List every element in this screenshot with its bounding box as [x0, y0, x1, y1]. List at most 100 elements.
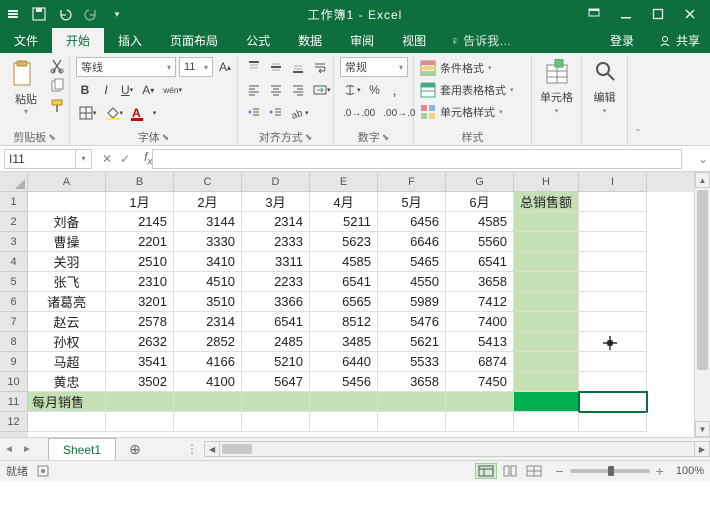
- tab-home[interactable]: 开始: [52, 28, 104, 53]
- cell[interactable]: 6565: [310, 292, 378, 312]
- clipboard-launcher-icon[interactable]: ⬊: [48, 132, 56, 143]
- cell[interactable]: [514, 292, 579, 312]
- cell[interactable]: [579, 212, 647, 232]
- row-header[interactable]: 8: [0, 332, 28, 352]
- align-launcher-icon[interactable]: ⬊: [305, 132, 313, 143]
- paste-button[interactable]: 粘贴 ▾: [8, 59, 44, 116]
- cell[interactable]: 2233: [242, 272, 310, 292]
- cell[interactable]: 5621: [378, 332, 446, 352]
- font-color-icon[interactable]: A▾: [129, 103, 159, 123]
- tab-view[interactable]: 视图: [388, 28, 440, 53]
- add-sheet-icon[interactable]: ⊕: [124, 438, 146, 460]
- cell[interactable]: 3366: [242, 292, 310, 312]
- undo-icon[interactable]: [56, 5, 74, 23]
- cell[interactable]: 6456: [378, 212, 446, 232]
- macro-record-icon[interactable]: [36, 464, 50, 478]
- cell[interactable]: [514, 372, 579, 392]
- cell[interactable]: [579, 292, 647, 312]
- cell[interactable]: 2201: [106, 232, 174, 252]
- fill-color-icon[interactable]: ▾: [103, 103, 127, 123]
- column-header[interactable]: I: [579, 172, 647, 192]
- cell[interactable]: [378, 412, 446, 432]
- save-icon[interactable]: [30, 5, 48, 23]
- cell[interactable]: 关羽: [28, 252, 106, 272]
- zoom-value[interactable]: 100%: [676, 465, 704, 477]
- cell[interactable]: [106, 412, 174, 432]
- percent-icon[interactable]: %: [366, 80, 384, 100]
- number-launcher-icon[interactable]: ⬊: [382, 132, 390, 143]
- zoom-out-icon[interactable]: −: [555, 463, 563, 479]
- maximize-icon[interactable]: [648, 4, 668, 24]
- shrink-font-icon[interactable]: A▾: [139, 80, 157, 100]
- cell[interactable]: 3410: [174, 252, 242, 272]
- redo-icon[interactable]: [82, 5, 100, 23]
- row-header[interactable]: 1: [0, 192, 28, 212]
- app-menu-icon[interactable]: [4, 5, 22, 23]
- cell[interactable]: 3658: [446, 272, 514, 292]
- align-middle-icon[interactable]: [266, 57, 286, 77]
- scroll-right-icon[interactable]: ▶: [694, 441, 710, 457]
- column-header[interactable]: D: [242, 172, 310, 192]
- cell[interactable]: [579, 392, 647, 412]
- login-link[interactable]: 登录: [596, 28, 648, 53]
- cancel-formula-icon[interactable]: ✕: [102, 152, 112, 166]
- column-header[interactable]: E: [310, 172, 378, 192]
- cell[interactable]: 2333: [242, 232, 310, 252]
- sheet-nav-next-icon[interactable]: ►: [18, 444, 36, 455]
- column-header[interactable]: B: [106, 172, 174, 192]
- cell[interactable]: 2145: [106, 212, 174, 232]
- cell[interactable]: 3144: [174, 212, 242, 232]
- cell[interactable]: 2月: [174, 192, 242, 212]
- tab-review[interactable]: 审阅: [336, 28, 388, 53]
- cell[interactable]: 2310: [106, 272, 174, 292]
- row-header[interactable]: 11: [0, 392, 28, 412]
- cell[interactable]: 孙权: [28, 332, 106, 352]
- cell[interactable]: 马超: [28, 352, 106, 372]
- cell[interactable]: 总销售额: [514, 192, 579, 212]
- cell[interactable]: 4550: [378, 272, 446, 292]
- cell[interactable]: 5月: [378, 192, 446, 212]
- cell[interactable]: [514, 252, 579, 272]
- align-bottom-icon[interactable]: [288, 57, 308, 77]
- cell[interactable]: [579, 412, 647, 432]
- zoom-in-icon[interactable]: +: [656, 463, 664, 479]
- cell[interactable]: [579, 312, 647, 332]
- cell[interactable]: 2510: [106, 252, 174, 272]
- cell[interactable]: [579, 232, 647, 252]
- cell[interactable]: [446, 392, 514, 412]
- zoom-thumb[interactable]: [608, 466, 614, 476]
- cell[interactable]: 3502: [106, 372, 174, 392]
- cell[interactable]: [310, 412, 378, 432]
- align-top-icon[interactable]: [244, 57, 264, 77]
- expand-formula-icon[interactable]: ⌄: [696, 152, 710, 166]
- cell[interactable]: 曹操: [28, 232, 106, 252]
- row-header[interactable]: 12: [0, 412, 28, 432]
- cell[interactable]: 6646: [378, 232, 446, 252]
- cell[interactable]: 4166: [174, 352, 242, 372]
- page-layout-view-icon[interactable]: [499, 463, 521, 479]
- cell[interactable]: [579, 272, 647, 292]
- cell[interactable]: [514, 212, 579, 232]
- align-left-icon[interactable]: [244, 80, 264, 100]
- cell[interactable]: 3330: [174, 232, 242, 252]
- cell[interactable]: [378, 392, 446, 412]
- cell[interactable]: [310, 392, 378, 412]
- column-header[interactable]: C: [174, 172, 242, 192]
- cell[interactable]: 3541: [106, 352, 174, 372]
- format-as-table-button[interactable]: 套用表格格式▾: [420, 79, 514, 101]
- scroll-up-icon[interactable]: ▲: [695, 172, 710, 188]
- cell[interactable]: 3月: [242, 192, 310, 212]
- ribbon-options-icon[interactable]: [584, 4, 604, 24]
- row-header[interactable]: 5: [0, 272, 28, 292]
- comma-icon[interactable]: ,: [386, 80, 404, 100]
- cell[interactable]: 4月: [310, 192, 378, 212]
- cell[interactable]: [174, 392, 242, 412]
- name-box-dropdown[interactable]: ▾: [76, 149, 92, 169]
- wrap-text-icon[interactable]: [310, 57, 330, 77]
- cell[interactable]: 6541: [310, 272, 378, 292]
- cell[interactable]: 5623: [310, 232, 378, 252]
- cell[interactable]: 5533: [378, 352, 446, 372]
- align-right-icon[interactable]: [288, 80, 308, 100]
- row-header[interactable]: 9: [0, 352, 28, 372]
- increase-decimal-icon[interactable]: .0→.00: [340, 103, 378, 123]
